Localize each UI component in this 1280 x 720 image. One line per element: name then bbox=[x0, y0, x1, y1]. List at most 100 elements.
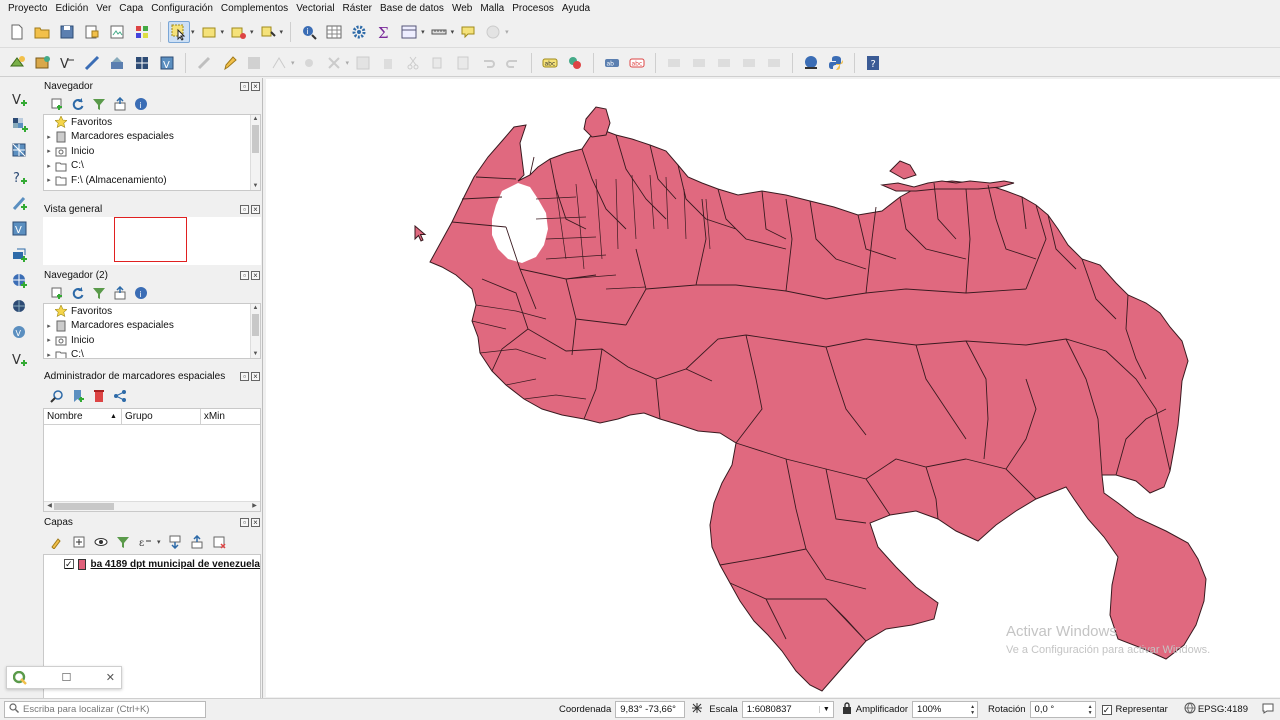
bookmarks-hscrollbar[interactable]: ◀ ▶ bbox=[44, 501, 260, 511]
extents-toggle-icon[interactable] bbox=[691, 702, 703, 717]
edit-table-icon[interactable] bbox=[352, 52, 374, 74]
add-raster-layer-icon[interactable] bbox=[31, 52, 53, 74]
statistics-icon[interactable]: Σ bbox=[373, 21, 395, 43]
browser-scrollbar[interactable]: ▲ ▼ bbox=[250, 115, 260, 190]
column-nombre[interactable]: Nombre ▲ bbox=[44, 409, 122, 424]
properties-icon[interactable]: i bbox=[133, 285, 149, 301]
add-spatialite-layer-icon[interactable] bbox=[7, 192, 33, 214]
show-hide-labels-icon[interactable]: abc bbox=[626, 52, 648, 74]
add-wcs-icon[interactable] bbox=[131, 52, 153, 74]
style-layer-icon[interactable] bbox=[49, 534, 65, 550]
refresh-icon[interactable] bbox=[70, 285, 86, 301]
field-calculator-icon[interactable] bbox=[398, 21, 420, 43]
layer-visibility-checkbox[interactable]: ✓ bbox=[64, 559, 74, 569]
menu-raster[interactable]: Ráster bbox=[339, 3, 376, 14]
label-properties-icon[interactable] bbox=[738, 52, 760, 74]
move-label-icon[interactable] bbox=[663, 52, 685, 74]
close-panel-button[interactable]: × bbox=[251, 517, 260, 527]
save-project-icon[interactable] bbox=[56, 21, 78, 43]
deselect-icon[interactable] bbox=[198, 21, 220, 43]
layer-labeling-icon[interactable] bbox=[564, 52, 586, 74]
menu-capa[interactable]: Capa bbox=[115, 3, 147, 14]
collapse-all-icon[interactable] bbox=[112, 96, 128, 112]
add-wfs-layer-icon[interactable]: V bbox=[7, 322, 33, 344]
float-panel-button[interactable]: ▫ bbox=[240, 81, 249, 91]
collapse-all-icon[interactable] bbox=[112, 285, 128, 301]
close-panel-button[interactable]: × bbox=[251, 270, 260, 280]
remove-layer-icon[interactable] bbox=[211, 534, 227, 550]
python-console-icon[interactable] bbox=[825, 52, 847, 74]
tree-item-c-drive[interactable]: ▸ C:\ bbox=[44, 159, 260, 174]
filter-legend-icon[interactable] bbox=[115, 534, 131, 550]
add-wcs-layer-icon[interactable] bbox=[7, 296, 33, 318]
delete-bookmark-icon[interactable] bbox=[91, 388, 107, 404]
save-edits-icon[interactable] bbox=[243, 52, 265, 74]
magnifier-spinbox[interactable]: 100% ▲ ▼ bbox=[912, 701, 979, 718]
lock-icon[interactable] bbox=[842, 702, 852, 717]
cut-features-icon[interactable] bbox=[402, 52, 424, 74]
layer-item[interactable]: ✓ ba 4189 dpt municipal de venezuela bbox=[44, 557, 260, 571]
measure-icon[interactable] bbox=[428, 21, 450, 43]
float-panel-button[interactable]: ▫ bbox=[240, 204, 249, 214]
print-layout-icon[interactable] bbox=[106, 21, 128, 43]
menu-edicion[interactable]: Edición bbox=[51, 3, 92, 14]
add-group-icon[interactable] bbox=[71, 534, 87, 550]
menu-proyecto[interactable]: Proyecto bbox=[4, 3, 51, 14]
paste-features-icon[interactable] bbox=[452, 52, 474, 74]
menu-complementos[interactable]: Complementos bbox=[217, 3, 292, 14]
float-panel-button[interactable]: ▫ bbox=[240, 517, 249, 527]
open-project-icon[interactable] bbox=[31, 21, 53, 43]
tree-item-inicio[interactable]: ▸ Inicio bbox=[44, 144, 260, 159]
filter-icon[interactable] bbox=[91, 285, 107, 301]
rotation-spinbox[interactable]: 0,0 ° ▲ ▼ bbox=[1029, 701, 1096, 718]
tree-item-favoritos[interactable]: Favoritos bbox=[44, 304, 260, 319]
tree-item-favoritos[interactable]: Favoritos bbox=[44, 115, 260, 130]
identify-features-icon[interactable]: i bbox=[298, 21, 320, 43]
delete-selected-icon[interactable] bbox=[377, 52, 399, 74]
float-panel-button[interactable]: ▫ bbox=[240, 270, 249, 280]
new-bookmark-icon[interactable] bbox=[70, 388, 86, 404]
column-grupo[interactable]: Grupo bbox=[122, 409, 201, 424]
expand-all-icon[interactable] bbox=[167, 534, 183, 550]
manage-visibility-icon[interactable] bbox=[93, 534, 109, 550]
label-toolbar-icon[interactable]: abc bbox=[539, 52, 561, 74]
add-vector-icon[interactable]: V bbox=[7, 88, 33, 110]
menu-ayuda[interactable]: Ayuda bbox=[558, 3, 594, 14]
refresh-icon[interactable] bbox=[70, 96, 86, 112]
collapse-all-layers-icon[interactable] bbox=[189, 534, 205, 550]
tree-item-marcadores[interactable]: ▸ Marcadores espaciales bbox=[44, 319, 260, 334]
menu-web[interactable]: Web bbox=[448, 3, 476, 14]
menu-vectorial[interactable]: Vectorial bbox=[292, 3, 338, 14]
messages-icon[interactable] bbox=[1262, 702, 1274, 717]
select-location-icon[interactable] bbox=[257, 21, 279, 43]
current-edits-icon[interactable] bbox=[193, 52, 215, 74]
help-icon[interactable]: ? bbox=[862, 52, 884, 74]
add-feature-icon[interactable] bbox=[268, 52, 290, 74]
map-canvas[interactable]: Activar Windows Ve a Configuración para … bbox=[266, 79, 1280, 697]
toolbox-icon[interactable] bbox=[348, 21, 370, 43]
tree-item-inicio[interactable]: ▸ Inicio bbox=[44, 333, 260, 348]
overview-canvas[interactable] bbox=[43, 217, 261, 265]
redo-icon[interactable] bbox=[502, 52, 524, 74]
add-wms-wmts-icon[interactable] bbox=[7, 244, 33, 266]
filter-icon[interactable] bbox=[91, 96, 107, 112]
tree-item-f-drive[interactable]: ▸ F:\ (Almacenamiento) bbox=[44, 173, 260, 188]
add-delimited-text-icon[interactable]: V bbox=[56, 52, 78, 74]
menu-configuracion[interactable]: Configuración bbox=[147, 3, 217, 14]
vertex-tool-icon[interactable] bbox=[298, 52, 320, 74]
float-panel-button[interactable]: ▫ bbox=[240, 371, 249, 381]
crs-globe-icon[interactable] bbox=[1184, 702, 1196, 717]
coordinate-field[interactable]: 9,83° -73,66° bbox=[615, 701, 686, 718]
style-manager-icon[interactable] bbox=[131, 21, 153, 43]
attribute-table-icon[interactable] bbox=[323, 21, 345, 43]
tree-item-marcadores[interactable]: ▸ Marcadores espaciales bbox=[44, 130, 260, 145]
add-gps-icon[interactable]: ? bbox=[7, 166, 33, 188]
copy-features-icon[interactable] bbox=[427, 52, 449, 74]
add-mesh-icon[interactable] bbox=[7, 140, 33, 162]
rotate-label-icon[interactable] bbox=[688, 52, 710, 74]
add-spatialite-icon[interactable] bbox=[81, 52, 103, 74]
unpin-label-icon[interactable] bbox=[763, 52, 785, 74]
add-virtual-layer-icon[interactable]: V bbox=[7, 218, 33, 240]
properties-icon[interactable]: i bbox=[133, 96, 149, 112]
toggle-editing-icon[interactable] bbox=[218, 52, 240, 74]
